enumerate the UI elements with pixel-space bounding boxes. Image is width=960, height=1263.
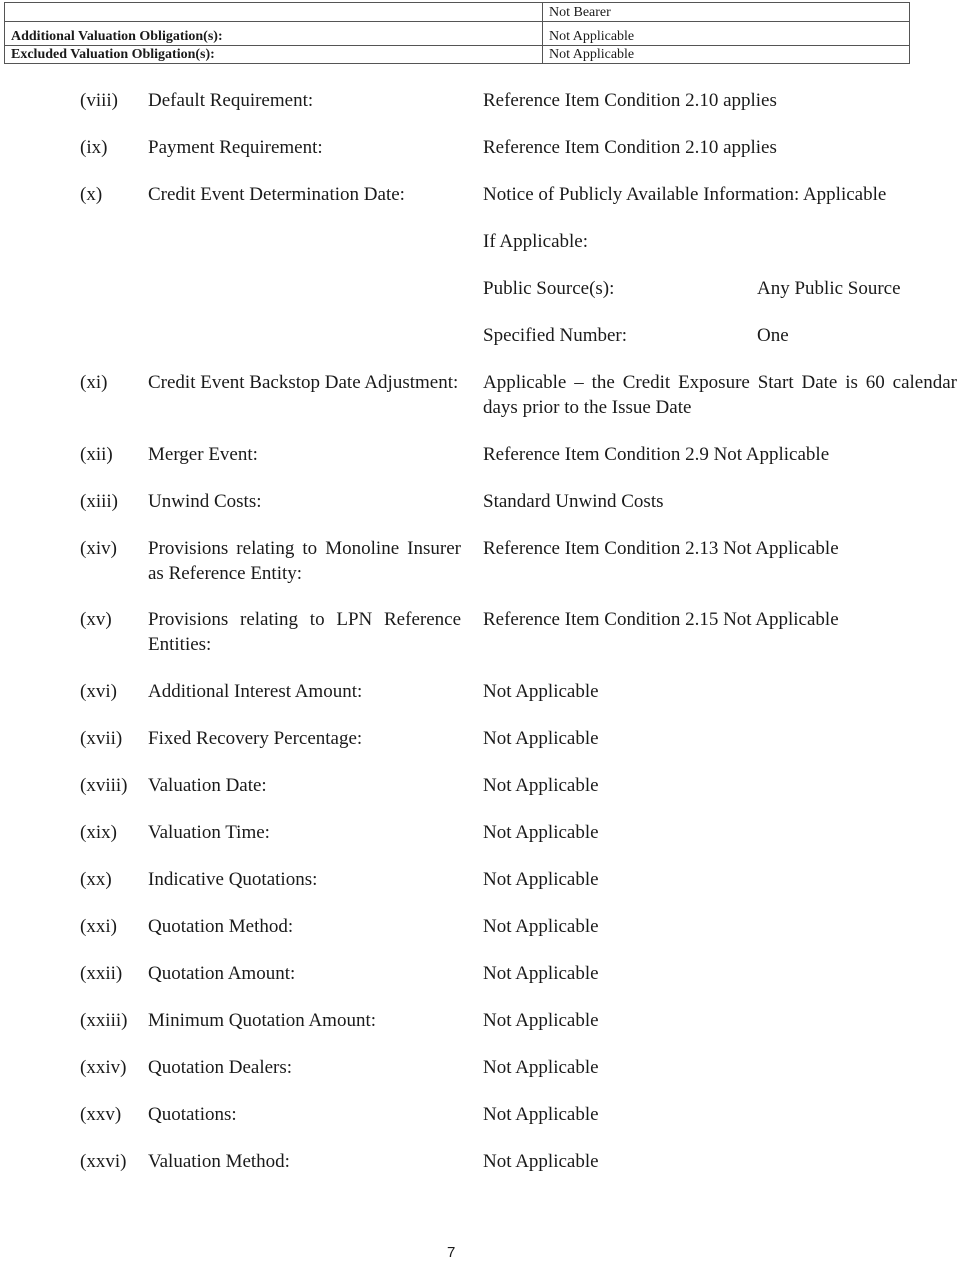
item-label: Default Requirement:	[148, 90, 314, 111]
table-row: Additional Valuation Obligation(s): Not …	[4, 21, 910, 46]
item-number: (xxii)	[80, 963, 123, 984]
item-value: Reference Item Condition 2.10 applies	[483, 137, 777, 158]
table-value: Not Applicable	[542, 45, 910, 64]
item-number: (ix)	[80, 137, 108, 158]
item-label: Quotation Amount:	[148, 963, 296, 984]
item-label: Provisions relating to LPN Reference Ent…	[148, 609, 461, 655]
sub-item-value: Any Public Source	[757, 278, 901, 299]
item-value: Not Applicable	[483, 916, 599, 937]
item-value: Not Applicable	[483, 1151, 599, 1172]
item-value: Not Applicable	[483, 1057, 599, 1078]
table-value: Not Applicable	[542, 21, 910, 46]
item-label: Additional Interest Amount:	[148, 681, 363, 702]
item-label: Credit Event Determination Date:	[148, 184, 405, 205]
item-label: Quotation Method:	[148, 916, 294, 937]
item-label: Valuation Date:	[148, 775, 267, 796]
item-label: Indicative Quotations:	[148, 869, 318, 890]
item-label: Merger Event:	[148, 444, 258, 465]
item-label: Payment Requirement:	[148, 137, 323, 158]
item-value: Reference Item Condition 2.9 Not Applica…	[483, 444, 830, 465]
item-value: Not Applicable	[483, 869, 599, 890]
item-value: Not Applicable	[483, 728, 599, 749]
item-number: (xvii)	[80, 728, 123, 749]
item-number: (x)	[80, 184, 103, 205]
item-label: Provisions relating to Monoline Insurer …	[148, 538, 461, 584]
item-number: (xix)	[80, 822, 117, 843]
item-value: Not Applicable	[483, 681, 599, 702]
item-number: (viii)	[80, 90, 118, 111]
item-number: (xvi)	[80, 681, 117, 702]
item-value: Not Applicable	[483, 775, 599, 796]
item-value: Not Applicable	[483, 963, 599, 984]
item-value: Notice of Publicly Available Information…	[483, 184, 887, 205]
item-label: Valuation Method:	[148, 1151, 290, 1172]
item-number: (xviii)	[80, 775, 128, 796]
item-label: Valuation Time:	[148, 822, 270, 843]
item-value: Reference Item Condition 2.10 applies	[483, 90, 777, 111]
table-row: Not Bearer	[4, 2, 910, 22]
item-number: (xxv)	[80, 1104, 122, 1125]
item-number: (xxiv)	[80, 1057, 127, 1078]
item-value: Applicable – the Credit Exposure Start D…	[483, 372, 957, 418]
item-number: (xx)	[80, 869, 112, 890]
item-label: Quotation Dealers:	[148, 1057, 293, 1078]
item-label: Quotations:	[148, 1104, 237, 1125]
if-applicable-label: If Applicable:	[483, 231, 588, 252]
item-number: (xv)	[80, 609, 112, 630]
table-label: Additional Valuation Obligation(s):	[4, 21, 543, 46]
page-number: 7	[447, 1244, 456, 1261]
table-label: Excluded Valuation Obligation(s):	[4, 45, 543, 64]
item-value: Not Applicable	[483, 1010, 599, 1031]
sub-item-value: One	[757, 325, 789, 346]
item-value: Standard Unwind Costs	[483, 491, 664, 512]
item-label: Credit Event Backstop Date Adjustment:	[148, 372, 459, 393]
item-number: (xiii)	[80, 491, 118, 512]
table-label	[4, 2, 543, 22]
valuation-obligations-table: Not Bearer Additional Valuation Obligati…	[4, 2, 910, 64]
table-value: Not Bearer	[542, 2, 910, 22]
item-value: Not Applicable	[483, 1104, 599, 1125]
item-label: Minimum Quotation Amount:	[148, 1010, 377, 1031]
sub-item-label: Specified Number:	[483, 325, 628, 346]
item-number: (xii)	[80, 444, 113, 465]
item-number: (xxi)	[80, 916, 117, 937]
item-label: Fixed Recovery Percentage:	[148, 728, 363, 749]
item-value: Reference Item Condition 2.15 Not Applic…	[483, 609, 839, 630]
item-label: Unwind Costs:	[148, 491, 262, 512]
item-value: Reference Item Condition 2.13 Not Applic…	[483, 538, 839, 559]
item-number: (xiv)	[80, 538, 117, 559]
table-row: Excluded Valuation Obligation(s): Not Ap…	[4, 45, 910, 64]
item-number: (xi)	[80, 372, 108, 393]
item-value: Not Applicable	[483, 822, 599, 843]
sub-item-label: Public Source(s):	[483, 278, 615, 299]
item-number: (xxvi)	[80, 1151, 127, 1172]
item-number: (xxiii)	[80, 1010, 128, 1031]
